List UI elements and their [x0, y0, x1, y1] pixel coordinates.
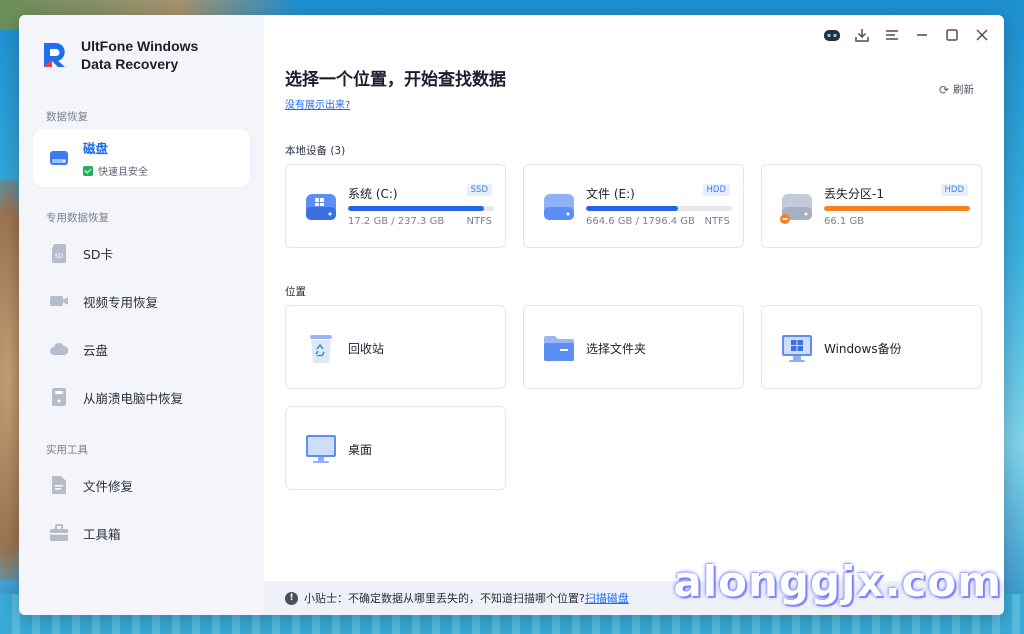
minimize-icon — [917, 34, 927, 36]
sidebar-item-label: 文件修复 — [83, 478, 134, 494]
lost-drive-icon — [780, 194, 812, 224]
location-label: 桌面 — [348, 443, 373, 457]
hard-drive-icon — [306, 194, 336, 220]
drive-size: 17.2 GB / 237.3 GB — [348, 216, 445, 227]
close-icon — [976, 29, 988, 41]
sidebar: UltFone Windows Data Recovery 数据恢复 磁盘 快速… — [19, 15, 264, 615]
ultfone-logo-icon — [44, 43, 65, 67]
app-window: UltFone Windows Data Recovery 数据恢复 磁盘 快速… — [19, 15, 1004, 615]
section-label-tools: 实用工具 — [46, 444, 88, 456]
drive-usage-fill — [586, 206, 678, 211]
drive-type-badge: HDD — [940, 184, 968, 196]
disk-icon — [49, 148, 69, 168]
drive-type-badge: HDD — [702, 184, 730, 196]
brand-name-line1: UltFone Windows — [81, 38, 199, 54]
drive-name: 文件 (E:) — [586, 187, 635, 201]
sidebar-item-label: 从崩溃电脑中恢复 — [83, 390, 184, 406]
drive-usage-fill — [824, 206, 970, 211]
download-button[interactable] — [852, 25, 872, 45]
drive-filesystem: NTFS — [466, 216, 492, 227]
sidebar-item-video[interactable]: 视频专用恢复 — [33, 277, 250, 325]
location-card-windows-backup[interactable]: Windows备份 — [761, 305, 982, 389]
drive-filesystem: NTFS — [704, 216, 730, 227]
drive-card-c[interactable]: 系统 (C:) SSD 17.2 GB / 237.3 GB NTFS — [285, 164, 506, 248]
sidebar-item-crashed-pc[interactable]: 从崩溃电脑中恢复 — [33, 373, 250, 421]
refresh-icon: ⟳ — [938, 82, 949, 97]
recycle-bin-icon — [310, 335, 332, 363]
sidebar-item-sd-card[interactable]: SD SD卡 — [33, 229, 250, 277]
not-shown-help-link[interactable]: 没有展示出来? — [285, 96, 350, 111]
title-bar-controls — [822, 25, 992, 45]
menu-icon — [886, 30, 898, 40]
shield-check-icon — [83, 165, 93, 176]
crashed-computer-icon — [49, 387, 69, 407]
location-card-desktop[interactable]: 桌面 — [285, 406, 506, 490]
sidebar-item-label: 云盘 — [83, 342, 109, 358]
sidebar-item-label: SD卡 — [83, 246, 114, 262]
location-label: 回收站 — [348, 342, 385, 356]
cloud-icon — [49, 339, 69, 359]
location-card-select-folder[interactable]: 选择文件夹 — [523, 305, 744, 389]
maximize-button[interactable] — [942, 25, 962, 45]
drive-name: 系统 (C:) — [348, 187, 398, 201]
svg-text:SD: SD — [55, 253, 64, 260]
drive-type-badge: SSD — [466, 184, 492, 196]
location-card-recycle-bin[interactable]: 回收站 — [285, 305, 506, 389]
location-label: 选择文件夹 — [586, 342, 647, 356]
sidebar-item-cloud[interactable]: 云盘 — [33, 325, 250, 373]
minimize-button[interactable] — [912, 25, 932, 45]
tip-text: 小贴士：不确定数据从哪里丢失的，不知道扫描哪个位置? — [304, 592, 585, 605]
section-label-recovery: 数据恢复 — [46, 111, 88, 123]
menu-button[interactable] — [882, 25, 902, 45]
video-camera-icon — [49, 291, 69, 311]
drive-usage-bar — [586, 206, 732, 211]
drive-size: 66.1 GB — [824, 216, 865, 227]
drive-usage-bar — [824, 206, 970, 211]
sidebar-item-toolbox[interactable]: 工具箱 — [33, 509, 250, 557]
file-repair-icon — [49, 475, 69, 495]
drive-card-lost-partition[interactable]: 丢失分区-1 HDD 66.1 GB — [761, 164, 982, 248]
drive-usage-fill — [348, 206, 484, 211]
refresh-label: 刷新 — [953, 84, 974, 96]
info-icon: ! — [285, 591, 298, 605]
refresh-button[interactable]: ⟳ 刷新 — [939, 82, 974, 97]
locations-label: 位置 — [285, 286, 306, 298]
page-title: 选择一个位置，开始查找数据 — [285, 70, 506, 90]
sidebar-item-disk[interactable]: 磁盘 快速且安全 — [33, 129, 250, 187]
watermark-text: alonggjx.com — [673, 557, 1002, 606]
windows-backup-icon — [782, 335, 812, 362]
drive-card-e[interactable]: 文件 (E:) HDD 664.6 GB / 1796.4 GB NTFS — [523, 164, 744, 248]
sidebar-item-disk-label: 磁盘 — [83, 141, 109, 156]
close-button[interactable] — [972, 25, 992, 45]
download-icon — [855, 29, 869, 42]
location-label: Windows备份 — [824, 342, 902, 356]
local-devices-label: 本地设备 (3) — [285, 145, 346, 157]
drive-size: 664.6 GB / 1796.4 GB — [586, 216, 695, 227]
desktop-monitor-icon — [306, 435, 336, 463]
folder-icon — [544, 336, 574, 361]
maximize-icon — [946, 29, 958, 41]
drive-name: 丢失分区-1 — [824, 187, 884, 201]
brand-name-line2: Data Recovery — [81, 56, 179, 72]
sidebar-item-disk-sub: 快速且安全 — [98, 167, 148, 178]
main-panel: 选择一个位置，开始查找数据 没有展示出来? ⟳ 刷新 本地设备 (3) 系统 (… — [264, 15, 1004, 615]
hard-drive-icon — [544, 194, 574, 220]
sidebar-item-file-repair[interactable]: 文件修复 — [33, 461, 250, 509]
robot-icon — [824, 30, 840, 41]
sidebar-item-label: 视频专用恢复 — [83, 294, 159, 310]
robot-assistant-button[interactable] — [822, 25, 842, 45]
drive-usage-bar — [348, 206, 494, 211]
scan-disk-link[interactable]: 扫描磁盘 — [585, 590, 629, 606]
section-label-special: 专用数据恢复 — [46, 212, 109, 224]
sd-card-icon: SD — [49, 243, 69, 263]
toolbox-icon — [49, 523, 69, 543]
brand: UltFone Windows Data Recovery — [39, 37, 198, 73]
sidebar-item-label: 工具箱 — [83, 526, 121, 542]
